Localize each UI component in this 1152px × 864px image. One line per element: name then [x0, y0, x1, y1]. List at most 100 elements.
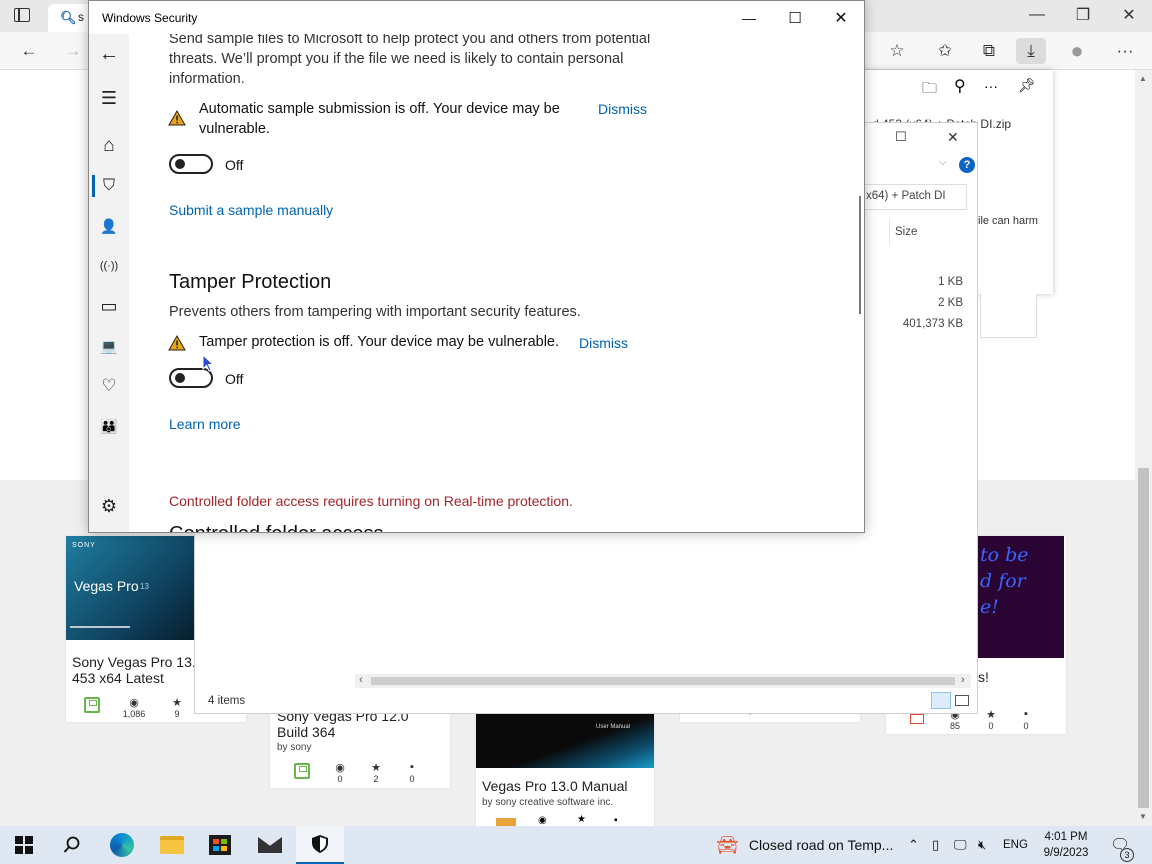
windows-security-window: Windows Security — ☐ ✕ ← ☰ ⌂ ⛉ 👤 ((·)) ▭…	[88, 0, 865, 533]
microsoft-store-icon[interactable]	[196, 826, 244, 864]
explorer-edge	[980, 294, 1037, 338]
thumbnail-view-icon[interactable]	[955, 695, 969, 706]
pin-icon[interactable]: 📌︎	[1018, 77, 1036, 94]
automatic-sample-submission-toggle[interactable]	[169, 154, 213, 174]
title-bar: Windows Security — ☐ ✕	[89, 1, 864, 34]
file-size: 401,373 KB	[902, 318, 963, 330]
help-icon[interactable]: ?	[959, 157, 975, 173]
search-icon[interactable]	[48, 826, 96, 864]
profile-avatar-icon[interactable]: ●	[1062, 38, 1092, 64]
more-icon[interactable]: ···	[1110, 38, 1140, 64]
thumb-brand: SONY	[72, 542, 96, 549]
stars-stat: ★ 9	[162, 696, 192, 719]
add-favorite-icon[interactable]: ☆	[882, 38, 912, 64]
download-warning: ile can harm	[978, 215, 1038, 227]
network-icon[interactable]: 🖵︎	[954, 826, 967, 864]
warning-icon	[168, 335, 186, 351]
search-icon: 🔍︎	[60, 10, 77, 25]
item-count: 4 items	[208, 695, 246, 707]
submit-sample-manually-link[interactable]: Submit a sample manually	[169, 202, 333, 218]
minimize-button[interactable]: —	[726, 1, 772, 34]
views-stat: ◉ 0	[325, 761, 355, 784]
toggle-state-label: Off	[225, 157, 244, 173]
page-scrollbar[interactable]: ▲ ▼	[1135, 70, 1152, 826]
scroll-down-icon[interactable]: ▼	[1139, 812, 1147, 821]
search-icon[interactable]: ⚲	[954, 76, 966, 96]
settings-gear-icon[interactable]: ⚙	[89, 492, 129, 520]
thumb-neon-text: to be d for e!	[980, 544, 1029, 618]
shield-icon[interactable]: ⛉	[89, 172, 129, 200]
home-icon[interactable]: ⌂	[89, 132, 129, 160]
mail-icon[interactable]	[246, 826, 294, 864]
scroll-up-icon[interactable]: ▲	[1139, 74, 1147, 83]
window-title: Windows Security	[102, 11, 198, 25]
chevron-down-icon[interactable]: ⌵	[939, 157, 947, 168]
save-icon[interactable]	[294, 763, 310, 779]
scroll-left-icon[interactable]: ‹	[359, 674, 363, 686]
card-thumbnail: to be d for e!	[978, 536, 1064, 658]
save-icon[interactable]	[84, 697, 100, 713]
stars-count: 9	[174, 709, 180, 719]
horizontal-scrollbar-thumb[interactable]	[371, 677, 955, 685]
forward-arrow-icon[interactable]: →	[58, 38, 88, 64]
comments-stat: ▪ 0	[1011, 708, 1041, 731]
card-title[interactable]: Vegas Pro 13.0 Manual	[482, 778, 652, 794]
network-icon[interactable]: ((·))	[89, 252, 129, 280]
explorer-maximize-button[interactable]: ☐	[895, 129, 907, 145]
comment-icon: ▪	[614, 815, 618, 826]
maximize-button[interactable]: ☐	[772, 1, 818, 34]
edge-browser-icon[interactable]	[98, 826, 146, 864]
meet-now-icon[interactable]: ▯	[932, 826, 939, 864]
thumb-version: 13	[140, 582, 149, 591]
favorites-icon[interactable]: ✩	[930, 38, 960, 64]
hamburger-menu-icon[interactable]: ☰	[89, 84, 129, 112]
back-arrow-icon[interactable]: ←	[14, 38, 44, 64]
clock[interactable]: 4:01 PM 9/9/2023	[1034, 829, 1098, 861]
tab-actions-icon[interactable]	[14, 8, 30, 22]
vertical-scrollbar[interactable]	[859, 196, 861, 314]
windows-security-taskbar-icon[interactable]	[296, 826, 344, 864]
learn-more-link[interactable]: Learn more	[169, 416, 241, 432]
family-icon[interactable]: 👪	[89, 412, 129, 440]
explorer-close-button[interactable]: ✕	[947, 129, 959, 146]
back-arrow-icon[interactable]: ←	[89, 40, 129, 68]
details-view-icon[interactable]	[931, 692, 951, 709]
browser-restore-button[interactable]: ❐	[1060, 0, 1106, 30]
close-button[interactable]: ✕	[818, 1, 864, 34]
folder-icon	[160, 836, 184, 854]
dismiss-tamper-warning-link[interactable]: Dismiss	[579, 335, 628, 351]
dismiss-sample-warning-link[interactable]: Dismiss	[598, 101, 647, 117]
downloads-icon[interactable]: ⤓	[1016, 38, 1046, 64]
language-indicator[interactable]: ENG	[1003, 826, 1028, 864]
device-security-icon[interactable]: 💻	[89, 332, 129, 360]
stars-stat: ★ 0	[976, 708, 1006, 731]
horizontal-scrollbar[interactable]: ‹ ›	[355, 674, 971, 688]
start-button[interactable]	[0, 826, 48, 864]
stars-count: 2	[373, 774, 379, 784]
card-title[interactable]: s!	[978, 669, 989, 685]
notification-count-badge: 3	[1120, 848, 1134, 862]
browser-minimize-button[interactable]: —	[1014, 0, 1060, 30]
browser-close-button[interactable]: ✕	[1106, 0, 1152, 30]
health-icon[interactable]: ♡	[89, 372, 129, 400]
collections-icon[interactable]: ⧉	[974, 38, 1004, 64]
show-hidden-icons[interactable]: ⌃	[908, 826, 919, 864]
size-column-header[interactable]: Size	[895, 226, 917, 238]
warning-icon	[168, 110, 186, 126]
sample-submission-description: Send sample files to Microsoft to help p…	[169, 34, 651, 87]
card-author: by sony creative software inc.	[482, 797, 614, 808]
account-icon[interactable]: 👤	[89, 212, 129, 240]
more-icon[interactable]: ···	[984, 78, 998, 94]
folder-icon[interactable]: 🗀	[922, 78, 937, 103]
shield-icon	[312, 835, 328, 853]
scroll-right-icon[interactable]: ›	[961, 674, 965, 686]
traffic-notification[interactable]: 🚘︎ Closed road on Temp...	[716, 826, 893, 864]
file-explorer-icon[interactable]	[148, 826, 196, 864]
action-center-icon[interactable]: 🗨︎ 3	[1110, 826, 1134, 864]
volume-muted-icon[interactable]: 🔇︎	[978, 826, 986, 864]
app-browser-control-icon[interactable]: ▭	[89, 292, 129, 320]
card-vegas-13-manual[interactable]: User Manual Vegas Pro 13.0 Manual by son…	[476, 714, 654, 826]
address-bar[interactable]: x64) + Patch DI	[861, 184, 967, 210]
scrollbar-thumb[interactable]	[1138, 468, 1149, 808]
book-icon	[496, 818, 516, 826]
